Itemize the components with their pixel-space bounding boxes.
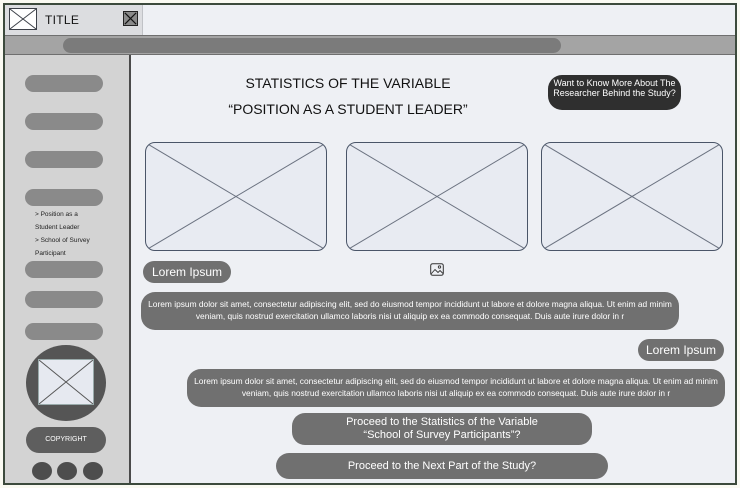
page-title-line2: “POSITION AS A STUDENT LEADER” [228, 101, 468, 117]
sidebar: > Position as a Student Leader > School … [5, 55, 131, 483]
tab-bar: TITLE [5, 5, 735, 35]
lorem-tag-1: Lorem Ipsum [143, 261, 231, 283]
tab-title: TITLE [45, 13, 80, 27]
sidebar-item-2[interactable] [25, 113, 103, 130]
social-icon-1[interactable] [32, 462, 52, 480]
sidebar-item-4[interactable] [25, 189, 103, 206]
lorem-tag-2: Lorem Ipsum [638, 339, 724, 361]
submenu-position-line2[interactable]: Student Leader [35, 221, 125, 234]
submenu-school-line2[interactable]: Participant [35, 247, 125, 260]
social-icon-3[interactable] [83, 462, 103, 480]
lorem-paragraph-2: Lorem ipsum dolor sit amet, consectetur … [187, 369, 725, 407]
browser-window: TITLE > Position as a Student Leader > S… [3, 3, 737, 485]
image-placeholder-3 [541, 142, 723, 251]
researcher-button[interactable]: Want to Know More About The Researcher B… [548, 75, 681, 110]
sidebar-item-6[interactable] [25, 291, 103, 308]
submenu-position-line1[interactable]: > Position as a [35, 208, 125, 221]
page-title-line1: STATISTICS OF THE VARIABLE [245, 75, 451, 91]
proceed-statistics-line2: “School of Survey Participants”? [363, 429, 521, 441]
sidebar-item-7[interactable] [25, 323, 103, 340]
social-icon-2[interactable] [57, 462, 77, 480]
close-icon[interactable] [123, 11, 138, 26]
sidebar-item-1[interactable] [25, 75, 103, 92]
submenu-school-line1[interactable]: > School of Survey [35, 234, 125, 247]
sidebar-item-5[interactable] [25, 261, 103, 278]
address-bar [5, 35, 735, 55]
image-icon[interactable] [430, 263, 444, 276]
browser-tab[interactable]: TITLE [5, 5, 143, 35]
placeholder-image-icon [38, 359, 94, 405]
image-placeholder-2 [346, 142, 528, 251]
placeholder-image-icon [9, 8, 37, 30]
image-placeholder-1 [145, 142, 327, 251]
proceed-statistics-line1: Proceed to the Statistics of the Variabl… [346, 416, 538, 428]
avatar [26, 345, 106, 421]
copyright-badge: COPYRIGHT [26, 427, 106, 453]
proceed-statistics-button[interactable]: Proceed to the Statistics of the Variabl… [292, 413, 592, 445]
main-content: STATISTICS OF THE VARIABLE “POSITION AS … [133, 55, 735, 483]
proceed-next-button[interactable]: Proceed to the Next Part of the Study? [276, 453, 608, 479]
lorem-paragraph-1: Lorem ipsum dolor sit amet, consectetur … [141, 292, 679, 330]
url-input[interactable] [63, 38, 561, 53]
sidebar-item-3[interactable] [25, 151, 103, 168]
